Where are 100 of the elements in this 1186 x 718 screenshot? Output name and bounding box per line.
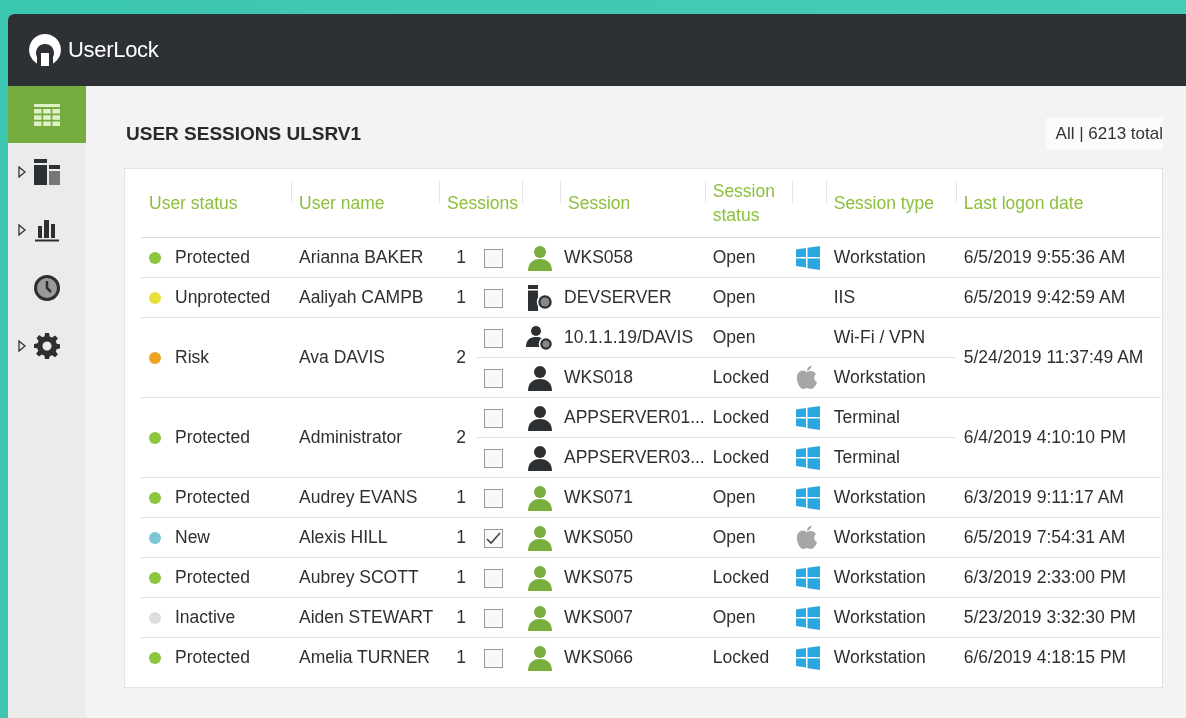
session-status: Open [712, 527, 756, 547]
row-checkbox[interactable] [484, 328, 503, 348]
row-checkbox[interactable] [484, 488, 503, 508]
dashboard-icon [34, 159, 60, 185]
user-icon [526, 364, 554, 391]
last-logon-date: 5/23/2019 3:32:30 PM [963, 607, 1136, 627]
server-globe-icon [526, 284, 554, 311]
last-logon-date: 5/24/2019 11:37:49 AM [963, 347, 1144, 367]
row-checkbox[interactable] [484, 288, 503, 308]
apple-icon [795, 525, 818, 550]
apple-icon [795, 365, 818, 390]
column-header[interactable]: Sessions [447, 193, 518, 213]
windows-icon [795, 445, 820, 470]
session-count: 2 [456, 347, 466, 367]
session-status: Locked [712, 567, 770, 587]
last-logon-date: 6/3/2019 9:11:17 AM [963, 487, 1124, 507]
user-name: Arianna BAKER [299, 247, 424, 267]
session-name: WKS071 [564, 487, 634, 507]
column-header[interactable]: Last logon date [963, 193, 1084, 213]
last-logon-date: 6/6/2019 4:18:15 PM [963, 647, 1127, 667]
column-header[interactable]: Session [568, 193, 631, 213]
session-type: Workstation [833, 487, 926, 507]
column-header[interactable]: Session type [833, 193, 934, 213]
row-checkbox[interactable] [484, 608, 503, 628]
user-name: Ava DAVIS [299, 347, 385, 367]
last-logon-date: 6/5/2019 9:42:59 AM [963, 287, 1126, 307]
row-checkbox[interactable] [484, 368, 503, 388]
session-count: 1 [456, 647, 466, 667]
settings-icon [34, 333, 60, 359]
user-name: Audrey EVANS [299, 487, 418, 507]
user-status: Protected [175, 487, 250, 507]
expand-arrow-icon[interactable] [18, 166, 26, 178]
session-count: 1 [456, 247, 466, 267]
user-status: Risk [175, 347, 210, 367]
user-icon [526, 404, 554, 431]
last-logon-date: 6/4/2019 4:10:10 PM [963, 427, 1127, 447]
app-logo-text: UserLock [68, 37, 159, 63]
windows-icon [795, 565, 820, 590]
session-name: APPSERVER03... [564, 447, 705, 467]
windows-icon [795, 485, 820, 510]
row-checkbox[interactable] [484, 448, 503, 468]
session-count: 1 [456, 287, 466, 307]
session-type: Workstation [833, 247, 926, 267]
session-name: DEVSERVER [564, 287, 672, 307]
session-type: Workstation [833, 527, 926, 547]
session-status: Locked [712, 407, 770, 427]
session-type: Workstation [833, 367, 926, 387]
session-name: WKS050 [564, 527, 634, 547]
session-count: 1 [456, 527, 466, 547]
expand-arrow-icon[interactable] [18, 224, 26, 236]
page-title: USER SESSIONS ULSRV1 [125, 123, 362, 145]
logo-icon [28, 33, 62, 67]
user-status: Protected [175, 647, 250, 667]
row-checkbox[interactable] [484, 528, 503, 548]
user-icon [526, 484, 554, 511]
column-header[interactable]: User status [149, 193, 238, 213]
session-status: Open [712, 247, 756, 267]
session-count: 2 [456, 427, 466, 447]
user-name: Aaliyah CAMPB [299, 287, 424, 307]
session-status: Locked [712, 647, 770, 667]
last-logon-date: 6/5/2019 7:54:31 AM [963, 527, 1126, 547]
user-name: Amelia TURNER [299, 647, 430, 667]
user-status: Inactive [175, 607, 236, 627]
row-checkbox[interactable] [484, 408, 503, 428]
session-name: WKS066 [564, 647, 634, 667]
row-checkbox[interactable] [484, 248, 503, 268]
user-name: Alexis HILL [299, 527, 388, 547]
column-header[interactable]: User name [299, 193, 385, 213]
expand-arrow-icon[interactable] [18, 340, 26, 352]
last-logon-date: 6/3/2019 2:33:00 PM [963, 567, 1127, 587]
user-name: Administrator [299, 427, 403, 447]
session-count: 1 [456, 567, 466, 587]
windows-icon [795, 405, 820, 430]
user-name: Aiden STEWART [299, 607, 434, 627]
session-name: APPSERVER01... [564, 407, 705, 427]
session-status: Open [712, 487, 756, 507]
user-icon [526, 604, 554, 631]
user-status: Unprotected [175, 287, 271, 307]
last-logon-date: 6/5/2019 9:55:36 AM [963, 247, 1126, 267]
user-status: Protected [175, 427, 250, 447]
session-status: Locked [712, 367, 770, 387]
session-status: Locked [712, 447, 770, 467]
row-checkbox[interactable] [484, 648, 503, 668]
user-status: New [175, 527, 210, 547]
user-status: Protected [175, 567, 250, 587]
user-icon [526, 444, 554, 471]
user-icon [526, 244, 554, 271]
session-name: WKS018 [564, 367, 634, 387]
session-type: Workstation [833, 607, 926, 627]
session-status: Open [712, 327, 756, 347]
session-count: 1 [456, 607, 466, 627]
user-name: Aubrey SCOTT [299, 567, 419, 587]
bar-chart-icon [35, 218, 59, 242]
clock-icon [34, 275, 60, 301]
column-header[interactable]: Session status [712, 179, 785, 227]
total-count: All | 6213 total [1045, 118, 1163, 150]
row-checkbox[interactable] [484, 568, 503, 588]
user-globe-icon [526, 324, 554, 351]
user-icon [526, 644, 554, 671]
session-type: Terminal [833, 447, 900, 467]
